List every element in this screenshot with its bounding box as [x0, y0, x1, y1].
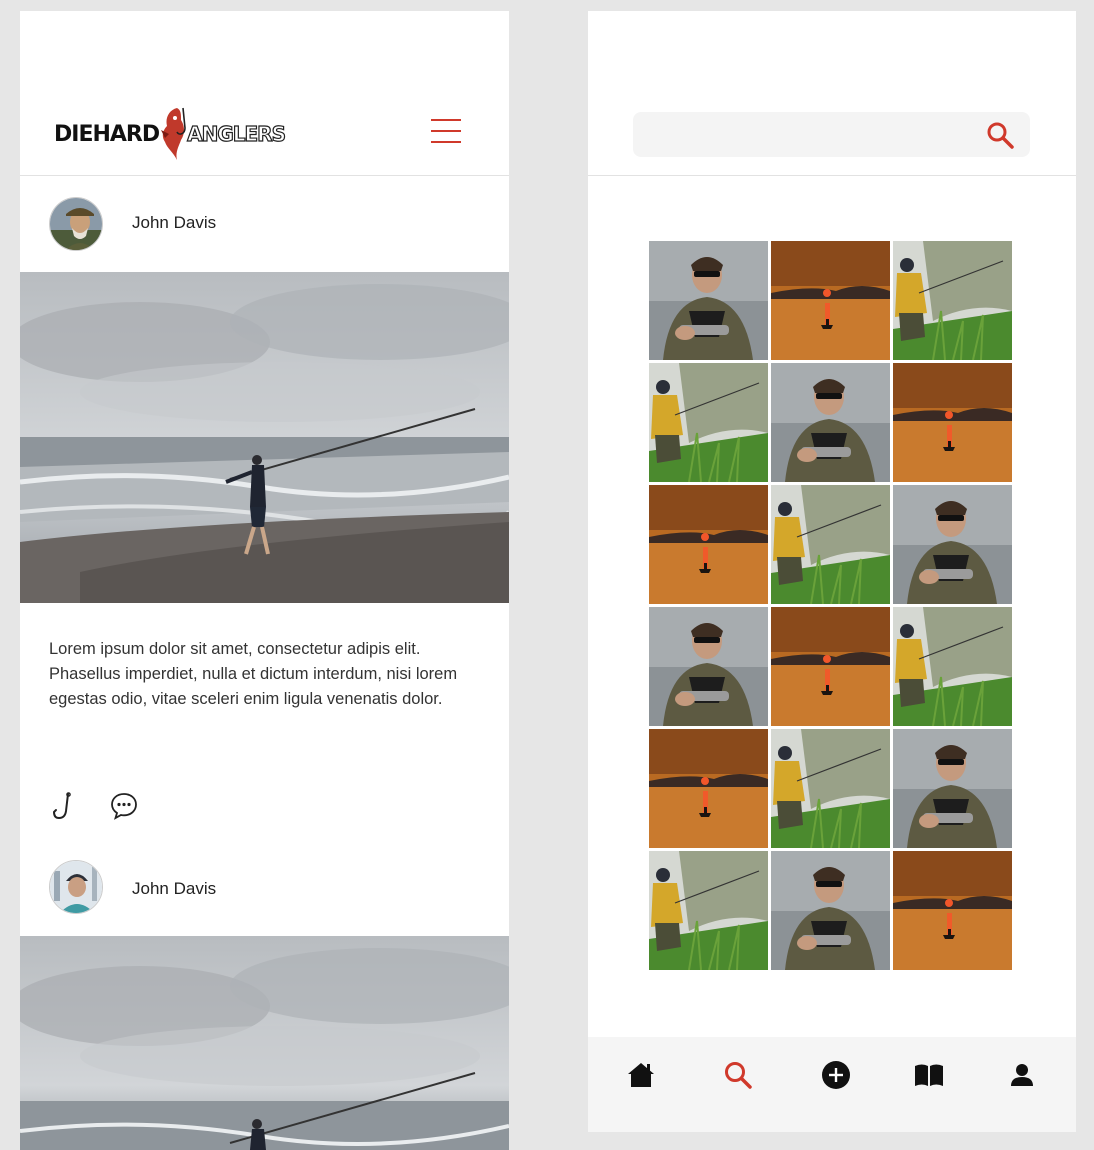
post-header: John Davis	[20, 840, 509, 936]
avatar[interactable]	[49, 197, 103, 251]
logo-word-diehard: Diehard	[54, 121, 160, 147]
post-caption: Lorem ipsum dolor sit amet, consectetur …	[49, 640, 458, 708]
book-icon[interactable]	[913, 1059, 945, 1091]
feed-header: Diehard Anglers	[20, 11, 509, 176]
hook-icon[interactable]	[49, 791, 79, 821]
grid-photo-sunset-lake[interactable]	[771, 607, 890, 726]
grid-photo-sunset-lake[interactable]	[649, 729, 768, 848]
avatar[interactable]	[49, 860, 103, 914]
logo-word-anglers: Anglers	[187, 121, 287, 146]
search-icon[interactable]	[985, 120, 1015, 150]
grid-photo-man-with-rod[interactable]	[893, 485, 1012, 604]
grid-photo-sunset-lake[interactable]	[771, 241, 890, 360]
photo-grid	[649, 241, 1012, 970]
grid-photo-man-with-rod[interactable]	[649, 607, 768, 726]
post-photo[interactable]	[20, 272, 509, 603]
post-actions	[49, 791, 139, 821]
post-author[interactable]: John Davis	[132, 879, 216, 899]
post-author[interactable]: John Davis	[132, 213, 216, 233]
grid-photo-man-with-rod[interactable]	[893, 729, 1012, 848]
grid-photo-sunset-lake[interactable]	[893, 363, 1012, 482]
comment-icon[interactable]	[109, 791, 139, 821]
grid-photo-angler-yellow-jacket[interactable]	[771, 729, 890, 848]
explore-screen	[588, 11, 1076, 1132]
post-photo[interactable]	[20, 936, 509, 1150]
grid-photo-man-with-rod[interactable]	[771, 363, 890, 482]
search-icon[interactable]	[722, 1059, 754, 1091]
grid-photo-sunset-lake[interactable]	[649, 485, 768, 604]
grid-photo-angler-yellow-jacket[interactable]	[893, 607, 1012, 726]
search-bar	[633, 112, 1030, 157]
grid-photo-man-with-rod[interactable]	[771, 851, 890, 970]
grid-photo-sunset-lake[interactable]	[893, 851, 1012, 970]
grid-photo-angler-yellow-jacket[interactable]	[771, 485, 890, 604]
grid-photo-man-with-rod[interactable]	[649, 241, 768, 360]
add-icon[interactable]	[820, 1059, 852, 1091]
search-input[interactable]	[647, 112, 977, 157]
feed-screen: Diehard Anglers John Davis	[20, 11, 509, 1150]
explore-header	[588, 11, 1076, 176]
profile-icon[interactable]	[1006, 1059, 1038, 1091]
bottom-nav	[588, 1037, 1076, 1132]
grid-photo-angler-yellow-jacket[interactable]	[649, 851, 768, 970]
hamburger-menu-icon[interactable]	[431, 119, 461, 145]
app-logo[interactable]: Diehard Anglers	[54, 104, 287, 164]
grid-photo-angler-yellow-jacket[interactable]	[649, 363, 768, 482]
home-icon[interactable]	[625, 1059, 657, 1091]
grid-photo-angler-yellow-jacket[interactable]	[893, 241, 1012, 360]
post-header: John Davis	[20, 176, 509, 272]
